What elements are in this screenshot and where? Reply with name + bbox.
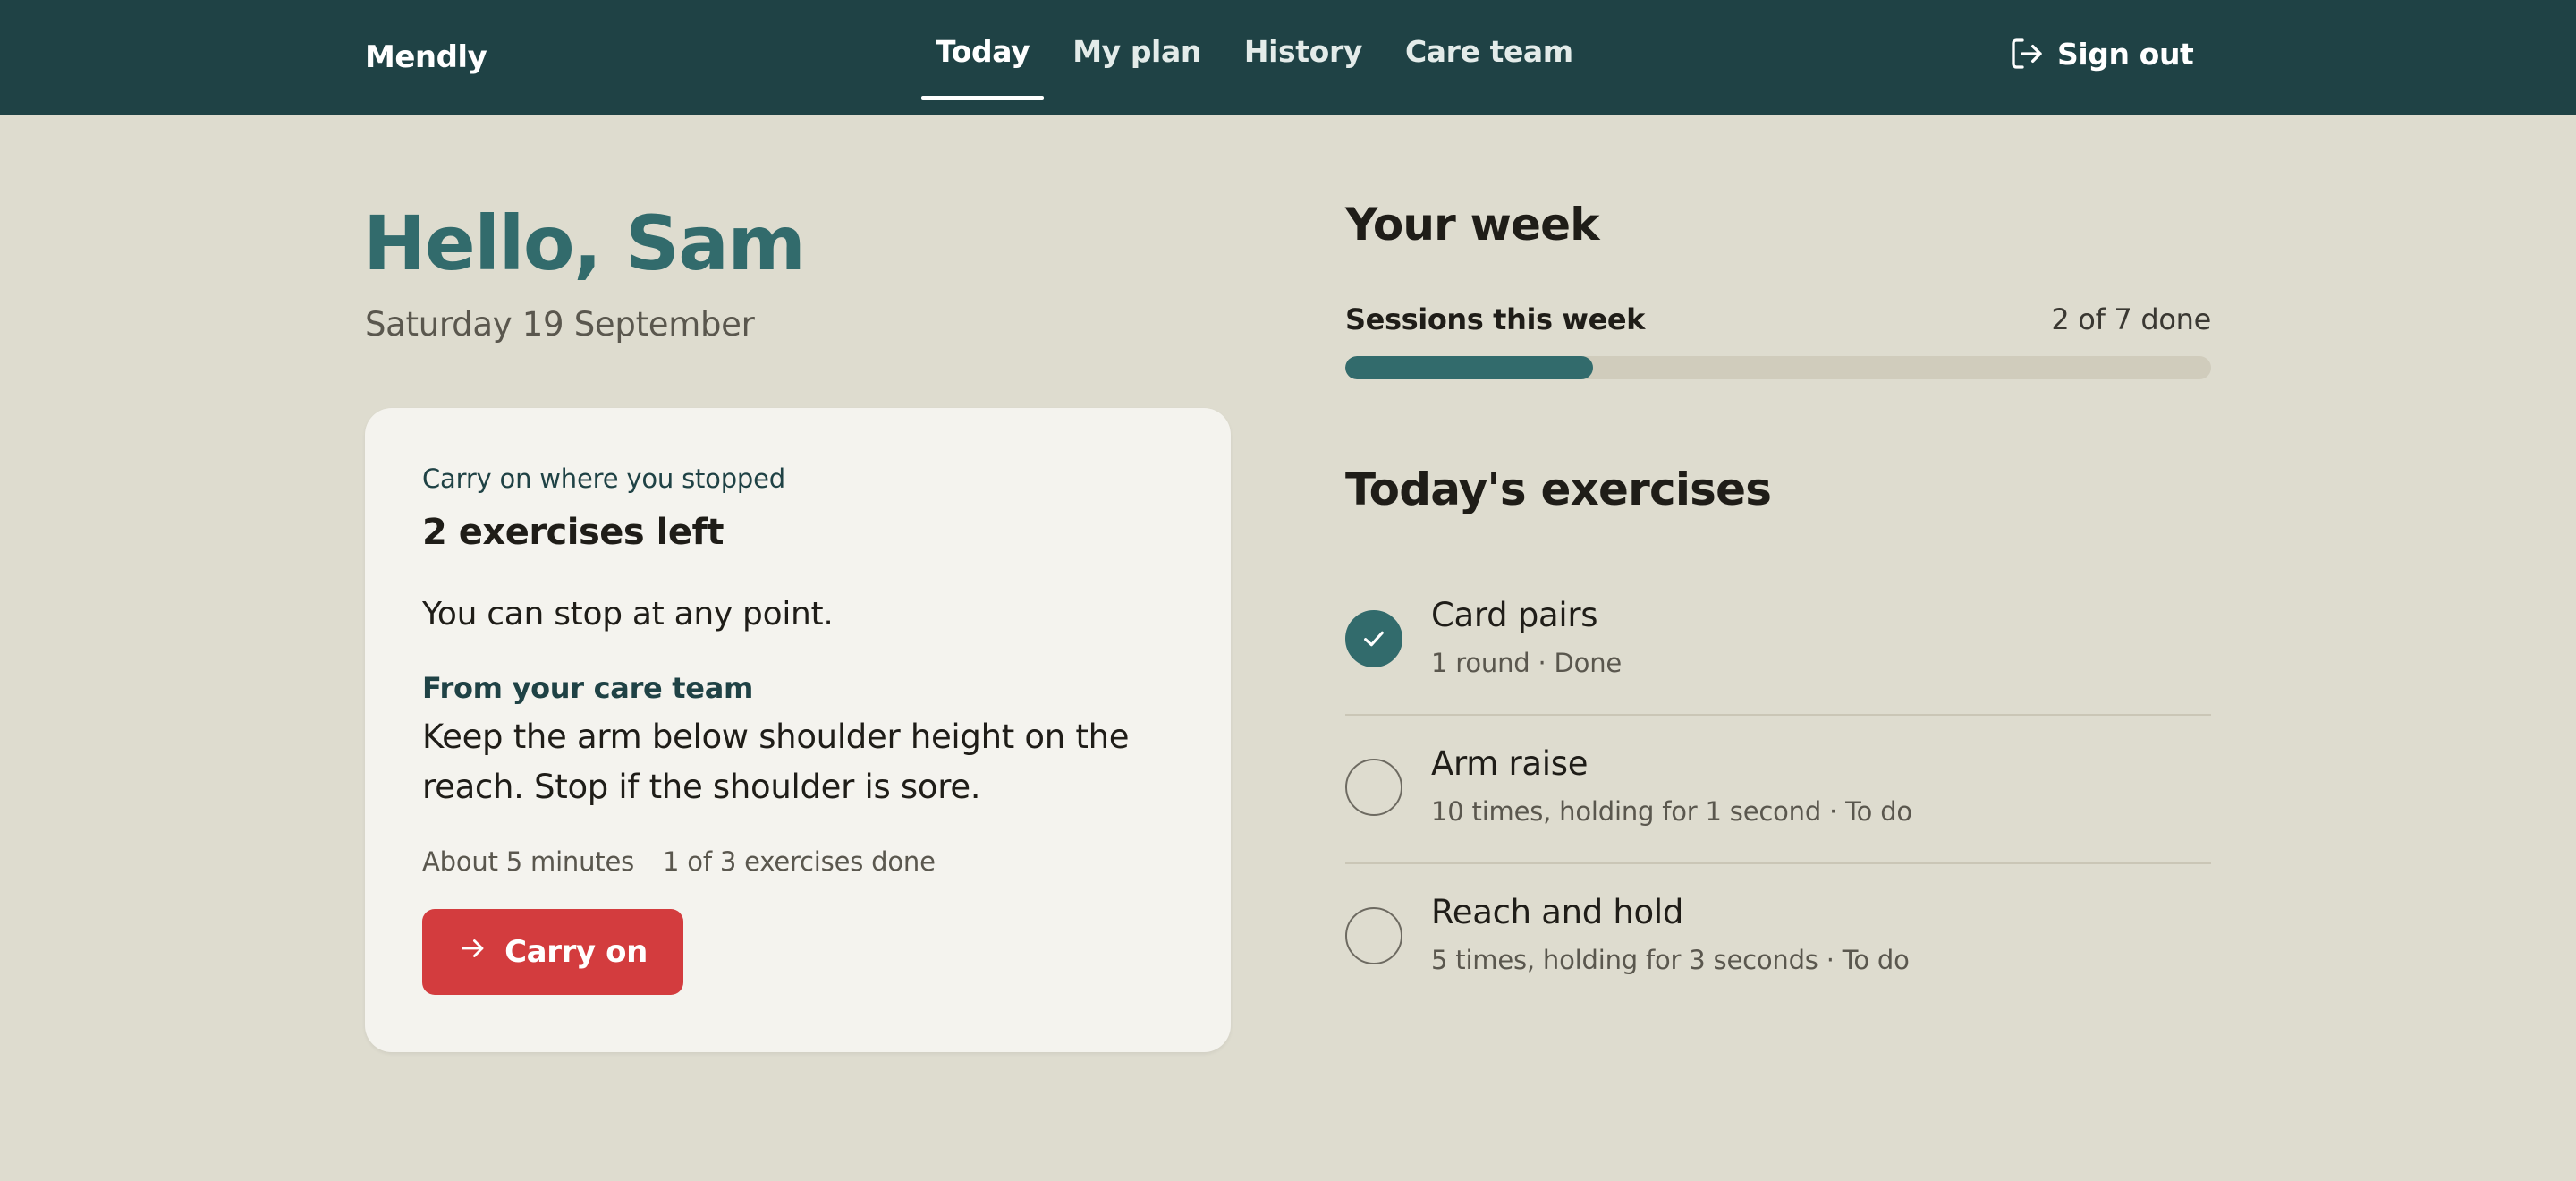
- exercise-name: Card pairs: [1431, 596, 1598, 634]
- nav-item-history[interactable]: History: [1230, 0, 1377, 115]
- main-nav: Today My plan History Care team: [921, 0, 1602, 115]
- brand-logo[interactable]: Mendly: [365, 36, 487, 79]
- exercise-name: Arm raise: [1431, 744, 1589, 783]
- continue-session-card: Carry on where you stopped 2 exercises l…: [365, 408, 1231, 1052]
- exercise-detail: 1 round · Done: [1431, 648, 1623, 678]
- carry-on-label: Carry on: [504, 934, 648, 970]
- exercises-remaining: 2 exercises left: [422, 512, 724, 553]
- week-heading: Your week: [1345, 199, 1600, 251]
- sessions-count: 2 of 7 done: [2051, 302, 2211, 336]
- card-eyebrow: Carry on where you stopped: [422, 463, 785, 494]
- nav-item-my-plan[interactable]: My plan: [1058, 0, 1216, 115]
- session-progress-text: 1 of 3 exercises done: [663, 846, 936, 877]
- session-meta: About 5 minutes 1 of 3 exercises done: [422, 846, 936, 877]
- sign-out-label: Sign out: [2057, 36, 2194, 72]
- stop-note: You can stop at any point.: [422, 596, 834, 633]
- session-duration: About 5 minutes: [422, 846, 635, 877]
- top-bar: Mendly Today My plan History Care team S…: [0, 0, 2576, 115]
- exercise-detail: 10 times, holding for 1 second · To do: [1431, 796, 1912, 827]
- page-title: Hello, Sam: [363, 200, 806, 287]
- check-icon: [1345, 610, 1402, 667]
- sign-out-button[interactable]: Sign out: [2009, 36, 2194, 72]
- care-team-note: Keep the arm below shoulder height on th…: [422, 718, 1130, 806]
- arrow-right-icon: [458, 933, 488, 972]
- week-progress-bar: [1345, 356, 2211, 379]
- exercise-list: Card pairs 1 round · Done Arm raise 10 t…: [1345, 567, 2211, 1013]
- exercise-detail: 5 times, holding for 3 seconds · To do: [1431, 945, 1910, 975]
- care-team-heading: From your care team: [422, 671, 754, 705]
- exercise-row-arm-raise[interactable]: Arm raise 10 times, holding for 1 second…: [1345, 716, 2211, 864]
- nav-item-today[interactable]: Today: [921, 0, 1045, 115]
- exercise-row-card-pairs[interactable]: Card pairs 1 round · Done: [1345, 567, 2211, 716]
- current-date: Saturday 19 September: [365, 305, 755, 344]
- empty-circle-icon: [1345, 759, 1402, 816]
- sign-out-icon: [2009, 36, 2045, 72]
- carry-on-button[interactable]: Carry on: [422, 909, 683, 995]
- empty-circle-icon: [1345, 907, 1402, 964]
- exercises-heading: Today's exercises: [1345, 463, 1772, 515]
- nav-item-care-team[interactable]: Care team: [1391, 0, 1588, 115]
- exercise-name: Reach and hold: [1431, 893, 1684, 931]
- exercise-row-reach-and-hold[interactable]: Reach and hold 5 times, holding for 3 se…: [1345, 864, 2211, 1013]
- week-progress-fill: [1345, 356, 1593, 379]
- sessions-label: Sessions this week: [1345, 302, 1646, 336]
